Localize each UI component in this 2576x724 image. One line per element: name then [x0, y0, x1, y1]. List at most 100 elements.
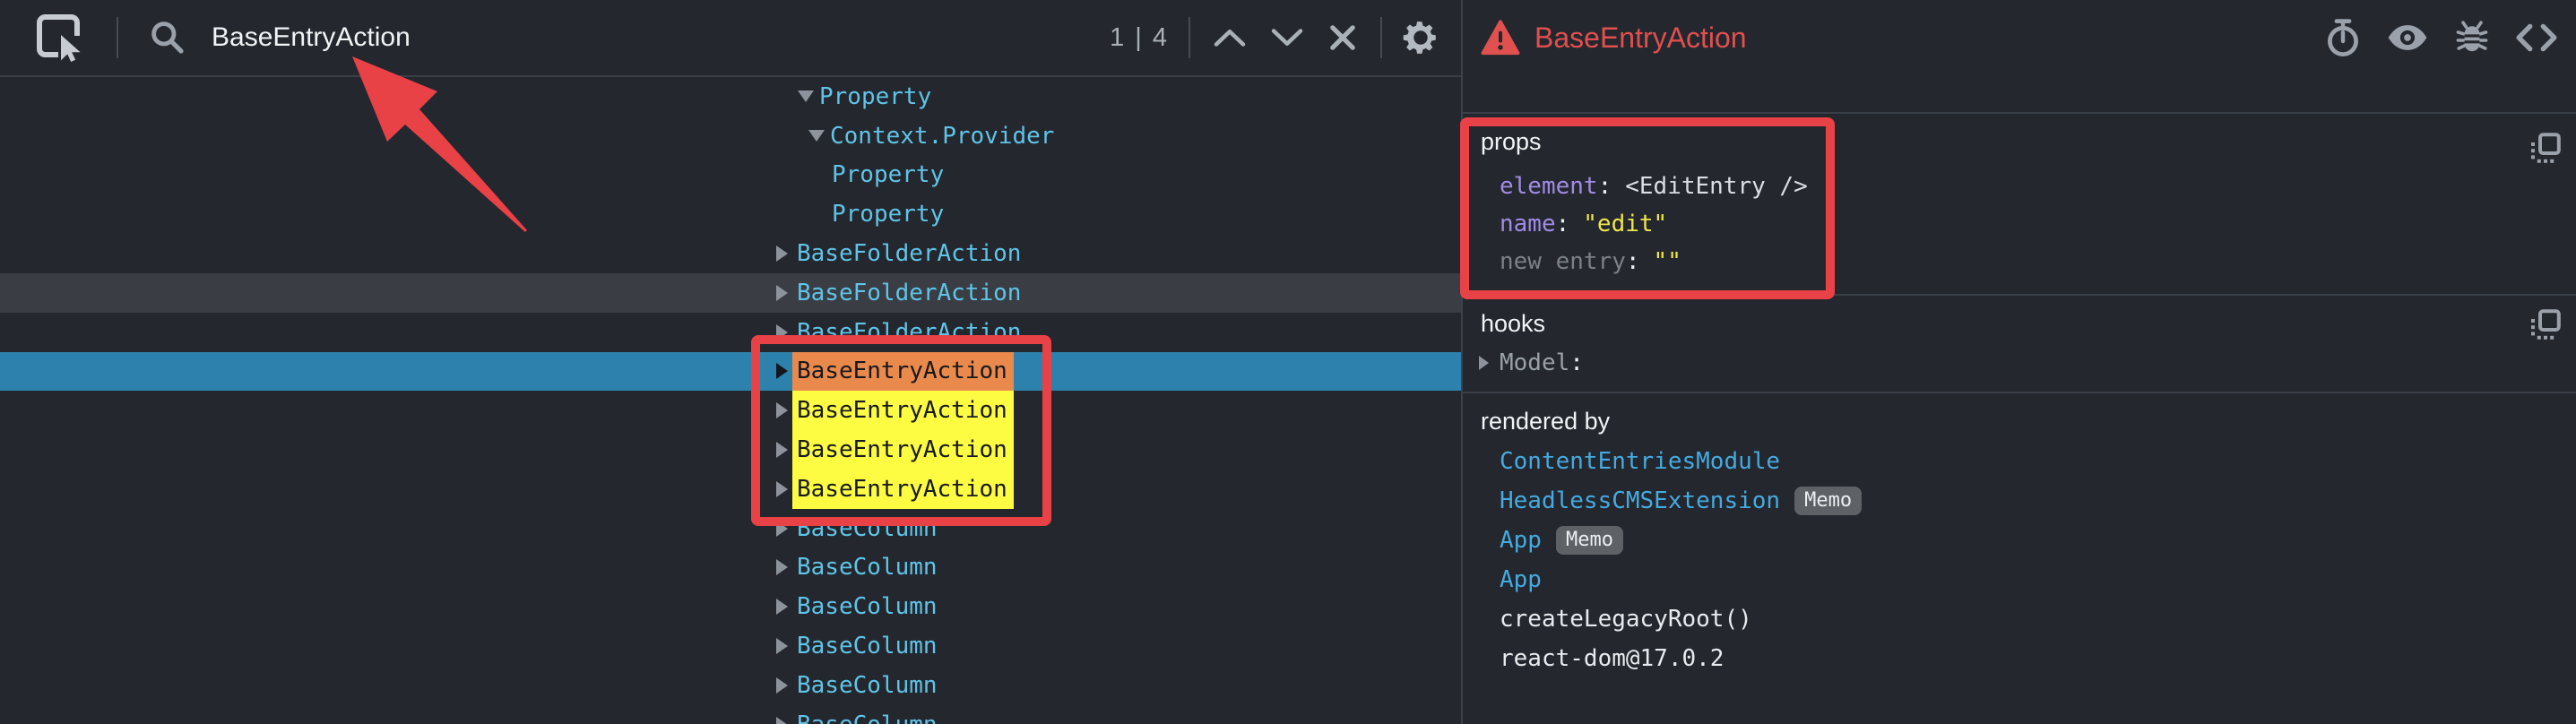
tree-item-label: BaseColumn	[792, 705, 944, 724]
caret-right-icon[interactable]	[776, 599, 788, 615]
tree-item-label: BaseColumn	[792, 587, 944, 626]
tree-item-baseentryaction[interactable]: BaseEntryAction	[0, 391, 1461, 430]
copy-icon[interactable]	[2529, 132, 2562, 168]
caret-right-icon[interactable]	[776, 717, 788, 724]
next-result-chevron-down-icon[interactable]	[1271, 27, 1303, 48]
copy-icon[interactable]	[2529, 308, 2562, 345]
rendered-by-item-headlesscmsextension: HeadlessCMSExtension Memo	[1500, 481, 2504, 521]
caret-right-icon[interactable]	[776, 402, 788, 418]
prop-row-name[interactable]: name: "edit"	[1500, 205, 2504, 243]
clear-search-x-icon[interactable]	[1328, 23, 1357, 52]
tree-item-basecolumn[interactable]: BaseColumn	[0, 666, 1461, 705]
tree-item-basecolumn[interactable]: BaseColumn	[0, 626, 1461, 666]
props-section-label: props	[1481, 128, 1542, 156]
prop-key: new entry	[1500, 248, 1626, 275]
owner-label: react-dom@17.0.2	[1500, 645, 1724, 672]
caret-right-icon[interactable]	[776, 363, 788, 379]
rendered-by-item-app: App	[1500, 560, 2504, 599]
rendered-by-item-contententriesmodule: ContentEntriesModule	[1500, 442, 2504, 481]
inspect-element-icon[interactable]	[36, 13, 88, 62]
settings-gear-icon[interactable]	[1402, 19, 1439, 56]
details-header: BaseEntryAction	[1463, 0, 2576, 114]
prop-value[interactable]: "edit"	[1583, 211, 1667, 237]
rendered-by-item-app: App Memo	[1500, 521, 2504, 560]
owner-link[interactable]: ContentEntriesModule	[1500, 448, 1780, 475]
caret-right-icon[interactable]	[776, 324, 788, 340]
search-icon	[149, 19, 186, 56]
props-section: props element:<EditEntry />name:"edit"ne…	[1463, 114, 2576, 296]
search-results-count: 1 | 4	[1110, 23, 1169, 53]
caret-right-icon[interactable]	[1479, 356, 1489, 370]
search-input[interactable]	[210, 22, 715, 54]
tree-item-label: Property	[827, 194, 950, 234]
prev-result-chevron-up-icon[interactable]	[1214, 27, 1246, 48]
memo-badge: Memo	[1556, 526, 1623, 555]
tree-item-basecolumn[interactable]: BaseColumn	[0, 705, 1461, 724]
prop-value[interactable]: <EditEntry />	[1625, 173, 1808, 200]
prop-key: name	[1500, 211, 1556, 237]
prop-colon: :	[1556, 211, 1570, 237]
owner-link[interactable]: HeadlessCMSExtension	[1500, 487, 1780, 514]
rendered-by-section: rendered by ContentEntriesModule Headless…	[1463, 393, 2576, 724]
caret-right-icon[interactable]	[776, 442, 788, 458]
react-devtools-components-window: 1 | 4	[0, 0, 2576, 724]
selected-component-title: BaseEntryAction	[1534, 22, 1747, 55]
tree-item-label: BaseEntryAction	[792, 391, 1014, 430]
tree-item-basefolderaction[interactable]: BaseFolderAction	[0, 234, 1461, 273]
rendered-by-item-createlegacyroot-: createLegacyRoot()	[1500, 599, 2504, 639]
caret-down-icon[interactable]	[798, 90, 814, 102]
tree-item-label: BaseEntryAction	[792, 430, 1014, 470]
tree-item-label: Property	[827, 156, 950, 195]
prop-colon: :	[1626, 248, 1640, 275]
caret-right-icon[interactable]	[776, 285, 788, 301]
owner-link[interactable]: App	[1500, 527, 1542, 554]
tree-item-label: Property	[815, 77, 938, 116]
tree-item-label: BaseFolderAction	[792, 313, 1027, 352]
caret-right-icon[interactable]	[776, 521, 788, 537]
profiler-stopwatch-icon[interactable]	[2325, 18, 2361, 57]
tree-item-basecolumn[interactable]: BaseColumn	[0, 587, 1461, 626]
caret-right-icon[interactable]	[776, 638, 788, 654]
caret-right-icon[interactable]	[776, 246, 788, 262]
tree-item-label: BaseEntryAction	[792, 470, 1014, 509]
tree-item-baseentryaction[interactable]: BaseEntryAction	[0, 352, 1461, 392]
rendered-by-section-label: rendered by	[1481, 408, 1610, 435]
tree-item-label: Context.Provider	[826, 116, 1060, 156]
tree-item-baseentryaction[interactable]: BaseEntryAction	[0, 470, 1461, 509]
debug-bug-icon[interactable]	[2454, 18, 2490, 57]
component-tree: PropertyContext.ProviderPropertyProperty…	[0, 77, 1461, 724]
view-source-code-icon[interactable]	[2515, 23, 2558, 52]
tree-item-label: BaseColumn	[792, 509, 944, 548]
hook-row-model[interactable]: Model:	[1479, 344, 2504, 382]
caret-right-icon[interactable]	[776, 559, 788, 575]
inspect-dom-eye-icon[interactable]	[2386, 23, 2429, 52]
tree-item-label: BaseEntryAction	[792, 352, 1014, 392]
tree-item-property[interactable]: Property	[0, 77, 1461, 116]
prop-row-element[interactable]: element:<EditEntry />	[1500, 168, 2504, 205]
tree-item-basefolderaction[interactable]: BaseFolderAction	[0, 273, 1461, 313]
tree-item-basefolderaction[interactable]: BaseFolderAction	[0, 313, 1461, 352]
tree-item-basecolumn[interactable]: BaseColumn	[0, 548, 1461, 588]
prop-colon: :	[1598, 173, 1612, 200]
owner-link[interactable]: App	[1500, 566, 1542, 593]
owner-label: createLegacyRoot()	[1500, 606, 1752, 633]
rendered-by-item-react-dom-17-0-2: react-dom@17.0.2	[1500, 639, 2504, 678]
memo-badge: Memo	[1794, 487, 1862, 515]
tree-item-property[interactable]: Property	[0, 194, 1461, 234]
toolbar-divider	[1380, 17, 1382, 58]
caret-down-icon[interactable]	[808, 130, 825, 142]
tree-item-label: BaseColumn	[792, 626, 944, 666]
tree-item-baseentryaction[interactable]: BaseEntryAction	[0, 430, 1461, 470]
tree-item-label: BaseFolderAction	[792, 273, 1027, 313]
tree-item-basecolumn[interactable]: BaseColumn	[0, 509, 1461, 548]
warning-triangle-icon	[1481, 20, 1520, 56]
tree-item-property[interactable]: Property	[0, 156, 1461, 195]
prop-row-new-entry[interactable]: new entry: ""	[1500, 243, 2504, 280]
toolbar-divider	[1189, 17, 1190, 58]
caret-right-icon[interactable]	[776, 677, 788, 694]
tree-item-context-provider[interactable]: Context.Provider	[0, 116, 1461, 156]
component-details-panel: BaseEntryAction	[1463, 0, 2576, 724]
caret-right-icon[interactable]	[776, 481, 788, 497]
prop-value[interactable]: ""	[1654, 248, 1681, 275]
hook-key: Model	[1500, 349, 1569, 376]
